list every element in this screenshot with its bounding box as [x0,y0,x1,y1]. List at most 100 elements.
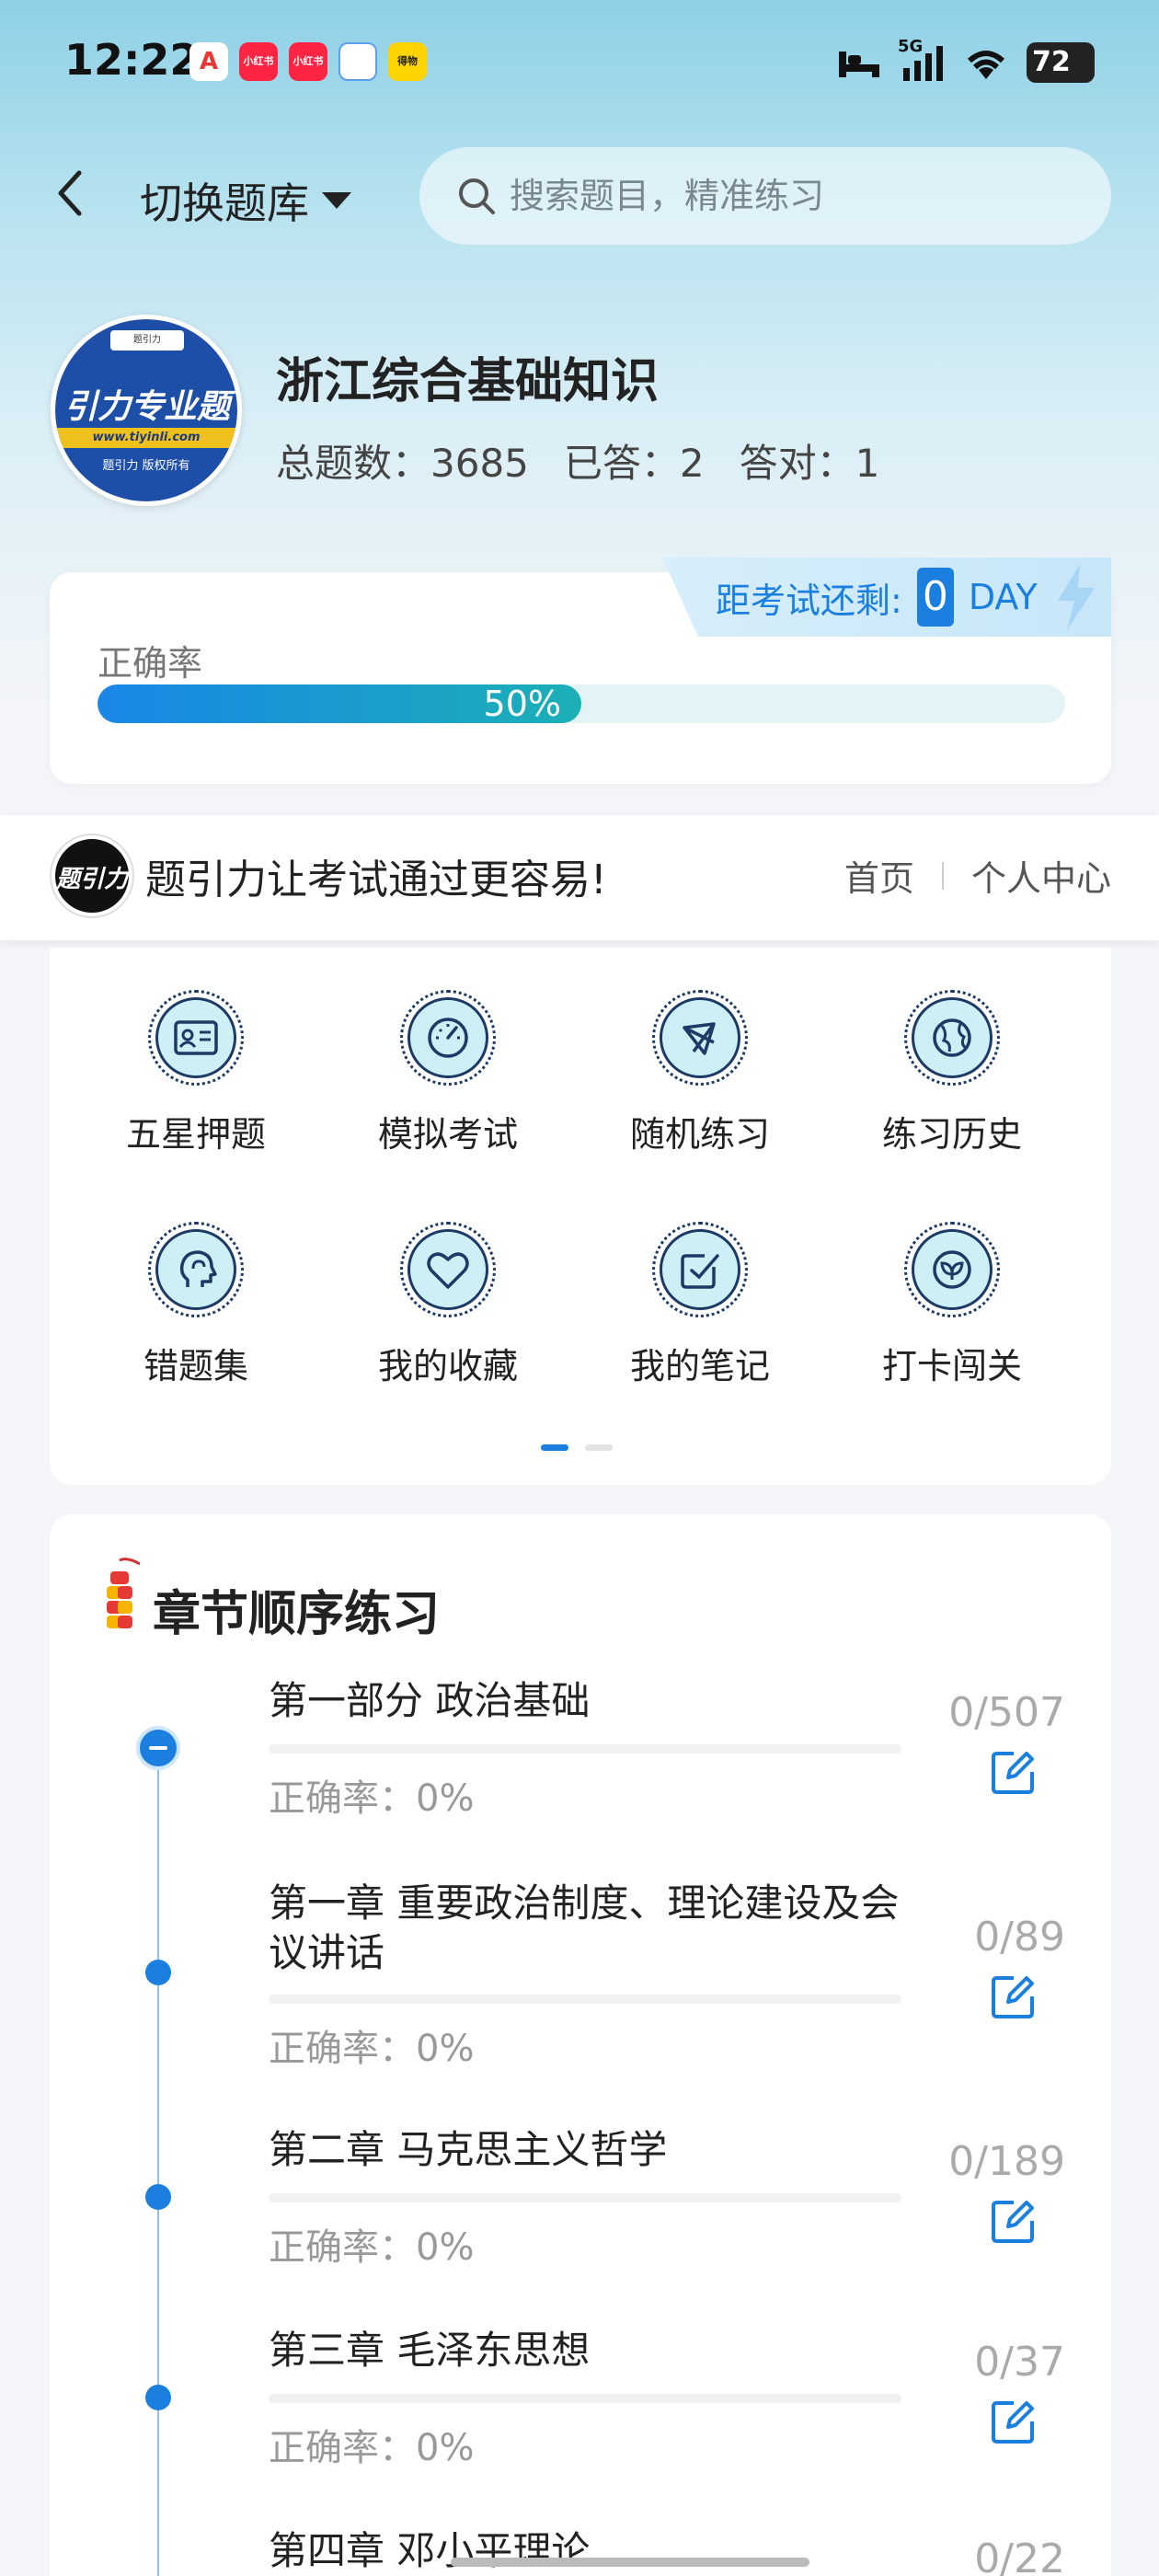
feature-notes[interactable]: 我的笔记 [574,1222,826,1388]
bank-logo: 题引力 引力专业题 www.tiyinli.com 题引力 版权所有 [51,315,242,506]
firecracker-icon [107,1558,140,1628]
chapter-count: 0/22 [974,2536,1065,2576]
feature-mock-exam[interactable]: 模拟考试 [322,990,574,1156]
feature-label: 模拟考试 [377,1114,518,1155]
accuracy-progress-bar: 50% [98,684,1065,723]
brand-slogan: 题引力让考试通过更容易! [145,857,607,903]
chapter-name[interactable]: 第二章 马克思主义哲学 [269,2125,912,2175]
chapter-practice-card [50,1514,1111,2576]
bed-icon [839,52,879,77]
switch-bank-button[interactable]: 切换题库 [140,170,351,231]
chapter-count: 0/507 [948,1689,1065,1736]
edit-icon[interactable] [990,2197,1038,2245]
feature-practice-history[interactable]: 练习历史 [826,990,1078,1156]
countdown-value: 0 [916,568,954,627]
chapter-accuracy: 正确率：0% [269,1777,475,1820]
chapter-timeline [157,1746,159,2576]
lightning-icon [1057,564,1095,630]
chapter-accuracy: 正确率：0% [269,2028,475,2070]
countdown-label: 距考试还剩: [716,580,902,621]
timeline-dot [145,2385,171,2410]
feature-check-in[interactable]: 打卡闯关 [826,1222,1078,1388]
chapter-count: 0/189 [948,2138,1065,2185]
correct-count: 答对：1 [739,441,880,486]
brand-logo: 题引力 [52,835,132,916]
chapter-name[interactable]: 第四章 邓小平理论 [269,2526,912,2576]
feature-label: 随机练习 [629,1114,770,1155]
chapter-name[interactable]: 第三章 毛泽东思想 [269,2326,912,2375]
edit-icon[interactable] [990,2398,1038,2445]
edit-icon[interactable] [990,1972,1038,2020]
xiaohongshu-icon: 小红书 [289,42,327,81]
search-icon [459,178,495,214]
id-card-icon [174,1020,218,1055]
battery-indicator: 72 [1027,42,1095,83]
nav-divider [941,861,944,890]
feature-random-practice[interactable]: 随机练习 [574,990,826,1156]
feature-favorites[interactable]: 我的收藏 [322,1222,574,1388]
xiaohongshu-icon: 小红书 [239,42,278,81]
chapter-progress-bar [269,2193,901,2202]
page-indicator [541,1444,613,1451]
status-indicators: 5G 72 [837,37,1095,85]
wifi-icon [968,51,1004,79]
caret-down-icon [322,192,351,209]
chevron-left-icon [58,170,82,216]
gauge-icon [428,1018,468,1058]
logo-title-text: 引力专业题 [63,388,230,426]
nav-profile-link[interactable]: 个人中心 [971,850,1111,901]
accuracy-progress-fill: 50% [98,684,581,723]
home-indicator[interactable] [451,2558,809,2567]
page-dot [585,1444,613,1451]
chapter-count: 0/89 [974,1914,1065,1961]
leaf-icon [933,1250,971,1289]
chapter-progress-bar [269,2394,901,2403]
chapter-accuracy: 正确率：0% [269,2427,475,2469]
feature-label: 我的收藏 [377,1346,518,1386]
search-bar[interactable] [419,147,1111,245]
edit-icon[interactable] [990,1748,1038,1796]
feature-five-star[interactable]: 五星押题 [70,990,322,1156]
logo-top-text: 题引力 [110,330,184,351]
random-icon [683,1022,716,1055]
chapter-progress-bar [269,1744,901,1754]
chapter-count: 0/37 [974,2339,1065,2386]
feature-wrong-set[interactable]: 错题集 [70,1222,322,1388]
feature-grid: 五星押题 模拟考试 随机练习 练习历史 错题集 我的收藏 我的笔记 打卡闯关 [50,948,1111,1485]
chapter-progress-bar [269,1995,901,2004]
timeline-dot [145,2184,171,2210]
logo-url-text: www.tiyinli.com [55,428,237,448]
app-blue-icon [339,42,377,81]
collapse-toggle[interactable] [136,1726,180,1770]
back-button[interactable] [52,166,88,221]
cellular-signal-icon: 5G [898,37,946,83]
feature-label: 错题集 [143,1346,248,1386]
checkbox-icon [681,1254,719,1289]
chapter-accuracy: 正确率：0% [269,2226,475,2269]
feature-label: 打卡闯关 [881,1346,1022,1386]
head-icon [179,1250,217,1287]
bank-title: 浙江综合基础知识 [276,354,660,409]
feature-label: 五星押题 [125,1114,266,1155]
nav-home-link[interactable]: 首页 [844,850,914,901]
chapter-name[interactable]: 第一章 重要政治制度、理论建设及会议讲话 [269,1879,912,1978]
chapter-name[interactable]: 第一部分 政治基础 [269,1676,912,1726]
globe-icon [933,1018,971,1057]
bank-stats: 总题数：3685 已答：2 答对：1 [276,432,879,489]
feature-label: 我的笔记 [629,1346,770,1386]
chapter-section-title: 章节顺序练习 [153,1587,441,1642]
exam-countdown: 距考试还剩: 0 DAY [662,558,1111,637]
app-yellow-icon: 得物 [388,42,427,81]
timeline-dot [145,1960,171,1985]
logo-sub-text: 题引力 版权所有 [102,459,190,473]
accuracy-label: 正确率 [98,643,203,684]
total-questions: 总题数：3685 [276,441,529,486]
app-a-icon: A [189,42,228,81]
search-input[interactable] [510,176,1061,216]
switch-bank-label: 切换题库 [140,178,309,228]
status-time: 12:22 [64,35,200,85]
top-nav: 首页 个人中心 [844,850,1111,901]
heart-icon [427,1252,469,1289]
page-dot-active [541,1444,568,1451]
countdown-unit: DAY [968,577,1038,617]
